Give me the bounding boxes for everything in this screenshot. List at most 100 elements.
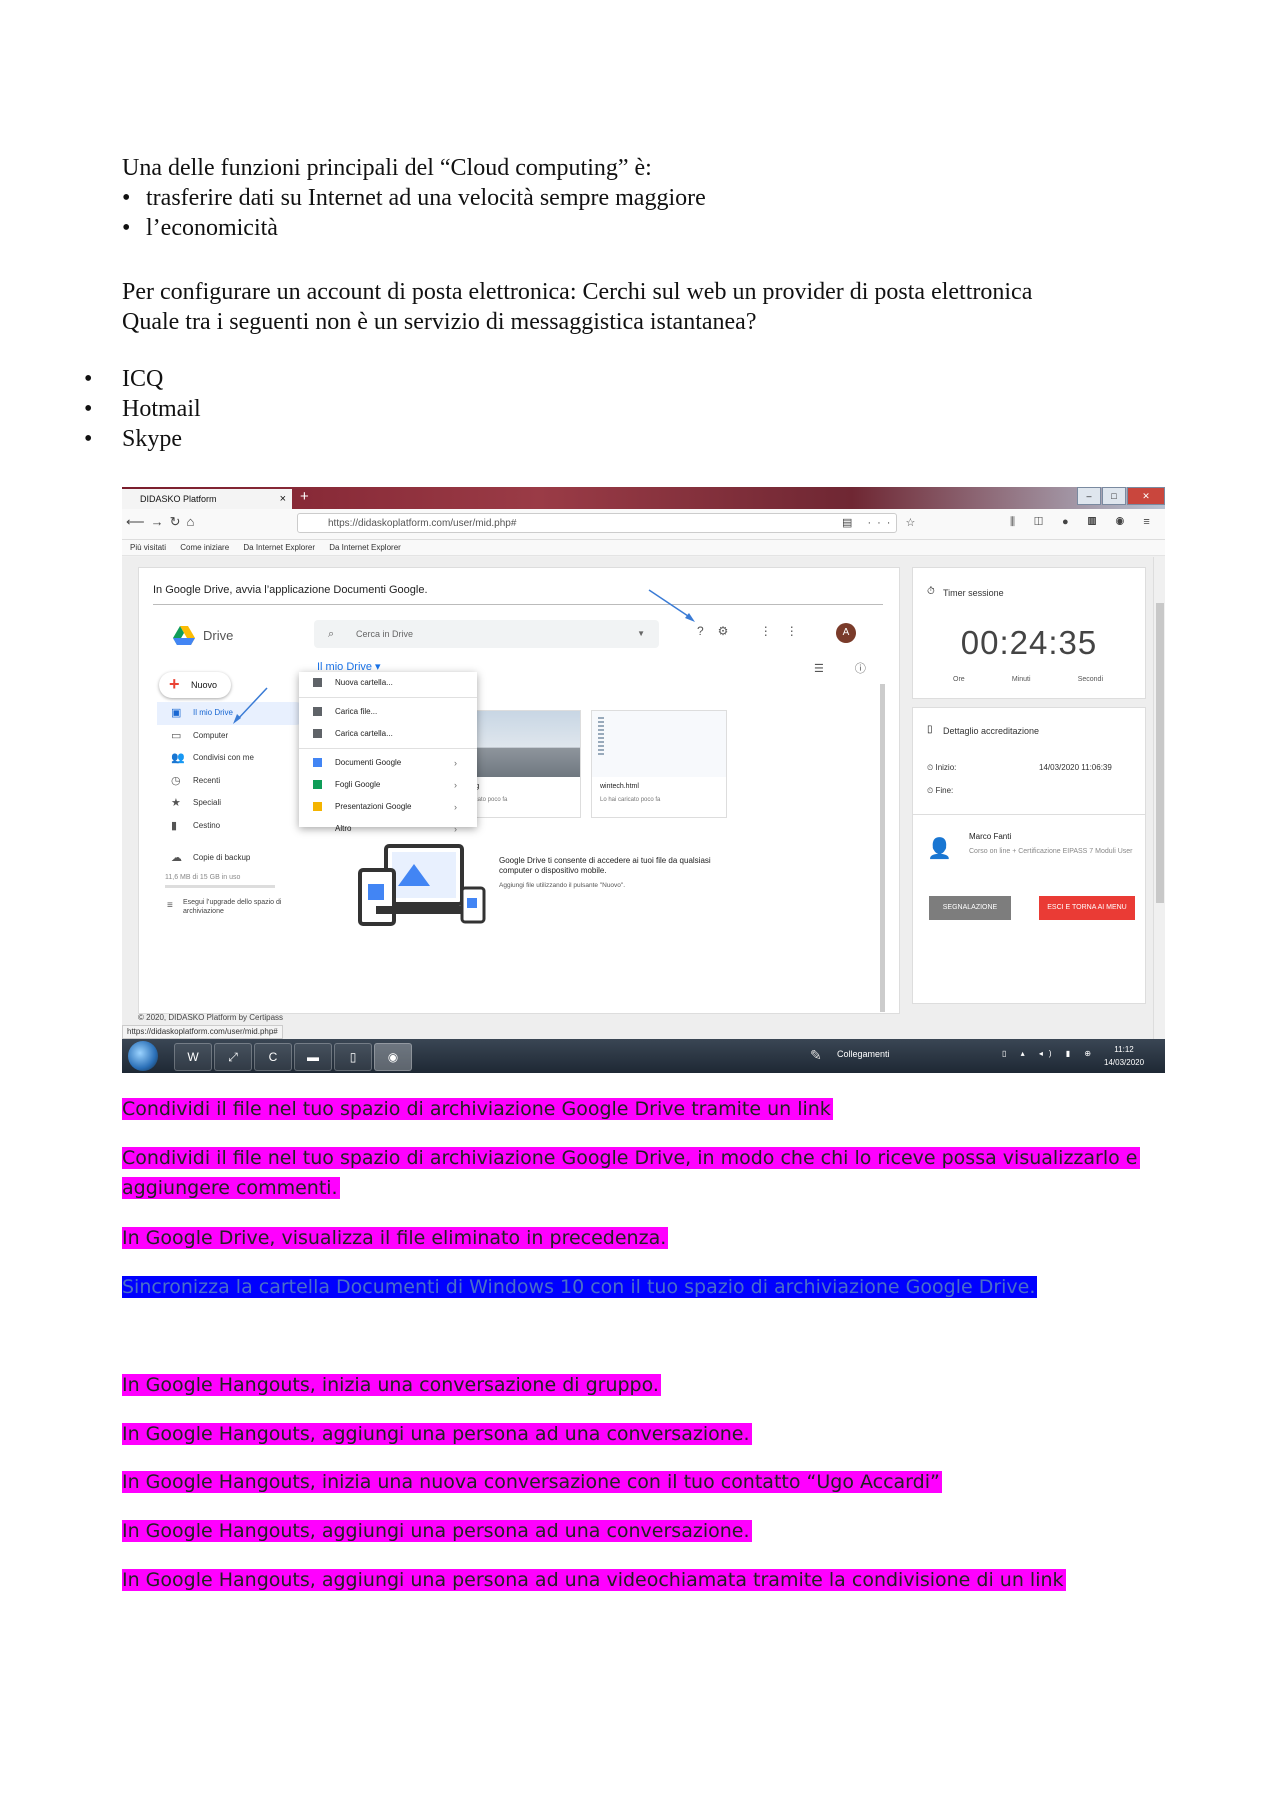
tab-title: DIDASKO Platform bbox=[140, 494, 217, 504]
nav-buttons-icon[interactable]: ⟵→↻⌂ bbox=[126, 514, 200, 530]
drive-promo-title: Google Drive ti consente di accedere ai … bbox=[499, 856, 711, 875]
upgrade-storage-link[interactable]: Esegui l’upgrade dello spazio di archivi… bbox=[183, 898, 303, 916]
app-icon[interactable]: ⤢ bbox=[214, 1043, 252, 1071]
task-text: Condividi il file nel tuo spazio di arch… bbox=[122, 1098, 833, 1120]
unit-seconds: Secondi bbox=[1077, 676, 1103, 683]
menu-item-upload-file[interactable]: Carica file... bbox=[299, 701, 477, 723]
email-line-1: Per configurare un account di posta elet… bbox=[122, 279, 1033, 305]
messaging-options: ICQ Hotmail Skype bbox=[84, 364, 201, 454]
file-card[interactable]: .jpg aricato poco fa bbox=[459, 710, 581, 818]
cloud-question: Una delle funzioni principali del “Cloud… bbox=[122, 155, 652, 181]
search-icon: ⌕ bbox=[328, 628, 335, 640]
window-controls: – □ ✕ bbox=[1076, 487, 1165, 505]
report-button[interactable]: SEGNALAZIONE bbox=[929, 896, 1011, 920]
timer-value: 00:24:35 bbox=[960, 624, 1098, 661]
folder-icon[interactable]: ▬ bbox=[294, 1043, 332, 1071]
start-label: Inizio: bbox=[935, 763, 957, 772]
arrow-annotation-icon bbox=[648, 589, 695, 622]
trash-icon: ▮ bbox=[171, 819, 178, 832]
task-text: In Google Hangouts, inizia una conversaz… bbox=[122, 1374, 661, 1396]
toolbar-icons[interactable]: ⫼ ◫ ● ▦ ◉ ≡ bbox=[1010, 516, 1158, 529]
sidebar-item-computer[interactable]: ▭ Computer bbox=[157, 725, 307, 748]
search-options-icon[interactable]: ▼ bbox=[637, 620, 645, 648]
avatar[interactable]: A bbox=[836, 623, 856, 643]
notepad-icon[interactable]: ▯ bbox=[334, 1043, 372, 1071]
unit-minutes: Minuti bbox=[1011, 676, 1031, 683]
sidebar-item-starred[interactable]: ★ Speciali bbox=[157, 792, 307, 815]
cloud-option-2: l’economicità bbox=[122, 213, 1172, 243]
task-text: In Google Drive, visualizza il file elim… bbox=[122, 1227, 669, 1249]
ccleaner-icon[interactable]: C bbox=[254, 1043, 292, 1071]
folder-upload-icon bbox=[313, 729, 322, 738]
file-card[interactable]: wintech.html Lo hai caricato poco fa bbox=[591, 710, 727, 818]
menu-label: Altro bbox=[335, 824, 352, 833]
task-text: Sincronizza la cartella Documenti di Win… bbox=[122, 1276, 1038, 1298]
sidebar-item-shared[interactable]: 👥 Condivisi con me bbox=[157, 747, 307, 770]
start-button-icon[interactable] bbox=[128, 1041, 158, 1071]
start-value: 14/03/2020 11:06:39 bbox=[1039, 763, 1112, 772]
exercise-instruction: In Google Drive, avvia l’applicazione Do… bbox=[153, 584, 428, 596]
bookmark[interactable]: Più visitati bbox=[130, 543, 166, 552]
task-text: In Google Hangouts, aggiungi una persona… bbox=[122, 1520, 752, 1542]
menu-item-google-sheets[interactable]: Fogli Google › bbox=[299, 774, 477, 796]
firefox-icon[interactable]: ◉ bbox=[374, 1043, 412, 1071]
exit-button[interactable]: ESCI E TORNA AI MENU bbox=[1039, 896, 1135, 920]
accreditation-label: Dettaglio accreditazione bbox=[943, 726, 1040, 736]
minimize-icon[interactable]: – bbox=[1077, 487, 1101, 505]
bookmarks-bar: Più visitati Come iniziare Da Internet E… bbox=[122, 540, 1165, 556]
chevron-right-icon: › bbox=[454, 824, 457, 834]
drive-search-input[interactable]: ⌕ Cerca in Drive ▼ bbox=[314, 620, 659, 648]
pen-icon[interactable]: ✎ bbox=[810, 1047, 822, 1064]
user-icon: 👤 bbox=[927, 838, 952, 860]
bookmark[interactable]: Da Internet Explorer bbox=[329, 543, 401, 552]
menu-item-google-docs[interactable]: Documenti Google › bbox=[299, 752, 477, 774]
sidebar-item-trash[interactable]: ▮ Cestino bbox=[157, 815, 307, 838]
task-7: In Google Hangouts, inizia una nuova con… bbox=[122, 1467, 1172, 1497]
clock[interactable]: 11:12 14/03/2020 bbox=[1104, 1043, 1144, 1069]
sidebar-label: Computer bbox=[193, 730, 229, 740]
word-icon[interactable]: W bbox=[174, 1043, 212, 1071]
page-scrollbar[interactable] bbox=[1153, 557, 1165, 1042]
folder-icon bbox=[313, 678, 322, 687]
option-hotmail: Hotmail bbox=[84, 394, 201, 424]
storage-bar bbox=[165, 885, 275, 888]
chevron-right-icon: › bbox=[454, 758, 457, 768]
close-tab-icon[interactable]: × bbox=[280, 489, 286, 509]
address-bar[interactable]: https://didaskoplatform.com/user/mid.php… bbox=[297, 513, 897, 533]
end-row: ⏲ Fine: bbox=[927, 786, 954, 795]
menu-item-new-folder[interactable]: Nuova cartella... bbox=[299, 672, 477, 694]
new-tab-icon[interactable]: + bbox=[300, 487, 309, 507]
maximize-icon[interactable]: □ bbox=[1102, 487, 1126, 505]
accreditation-panel: ▯ Dettaglio accreditazione ⏲ Inizio: 14/… bbox=[912, 707, 1146, 1004]
task-3: In Google Drive, visualizza il file elim… bbox=[122, 1223, 1172, 1253]
window-close-icon[interactable]: ✕ bbox=[1127, 487, 1165, 505]
menu-item-upload-folder[interactable]: Carica cartella... bbox=[299, 723, 477, 745]
page-actions-icon[interactable]: ▤ ··· ☆ bbox=[842, 516, 921, 529]
sidebar-label: Cestino bbox=[193, 820, 221, 830]
drive-title: Drive bbox=[203, 628, 234, 643]
pane-scrollbar[interactable] bbox=[880, 684, 885, 1012]
task-5: In Google Hangouts, inizia una conversaz… bbox=[122, 1370, 1172, 1400]
sidebar-item-recent[interactable]: ◷ Recenti bbox=[157, 770, 307, 793]
scroll-thumb[interactable] bbox=[1156, 603, 1164, 903]
new-button[interactable]: + Nuovo bbox=[159, 672, 231, 698]
clock-date: 14/03/2020 bbox=[1104, 1058, 1145, 1067]
view-toggle-icons[interactable]: ☰ ⓘ bbox=[814, 660, 880, 676]
menu-label: Fogli Google bbox=[335, 780, 381, 789]
menu-item-google-slides[interactable]: Presentazioni Google › bbox=[299, 796, 477, 818]
file-name: wintech.html bbox=[600, 783, 639, 790]
platform-content: In Google Drive, avvia l’applicazione Do… bbox=[122, 557, 1165, 1042]
drive-top-icons[interactable]: ?⚙ ⋮⋮ bbox=[697, 624, 812, 638]
bookmark[interactable]: Da Internet Explorer bbox=[243, 543, 315, 552]
browser-nav-bar: ⟵→↻⌂ https://didaskoplatform.com/user/mi… bbox=[122, 509, 1165, 540]
browser-tab[interactable]: DIDASKO Platform × bbox=[122, 489, 292, 509]
system-tray-icons[interactable]: ▯ ▴ ◂) ▮ ⊕ bbox=[1002, 1049, 1097, 1058]
menu-item-more[interactable]: Altro › bbox=[299, 818, 477, 840]
storage-usage: 11,6 MB di 15 GB in uso bbox=[165, 874, 241, 881]
task-text: In Google Hangouts, inizia una nuova con… bbox=[122, 1471, 942, 1493]
task-1: Condividi il file nel tuo spazio di arch… bbox=[122, 1094, 1172, 1124]
bookmark[interactable]: Come iniziare bbox=[180, 543, 229, 552]
people-icon: 👥 bbox=[171, 752, 185, 764]
sidebar-item-backups[interactable]: ☁ Copie di backup bbox=[157, 847, 307, 870]
links-toolbar[interactable]: Collegamenti bbox=[837, 1049, 890, 1059]
